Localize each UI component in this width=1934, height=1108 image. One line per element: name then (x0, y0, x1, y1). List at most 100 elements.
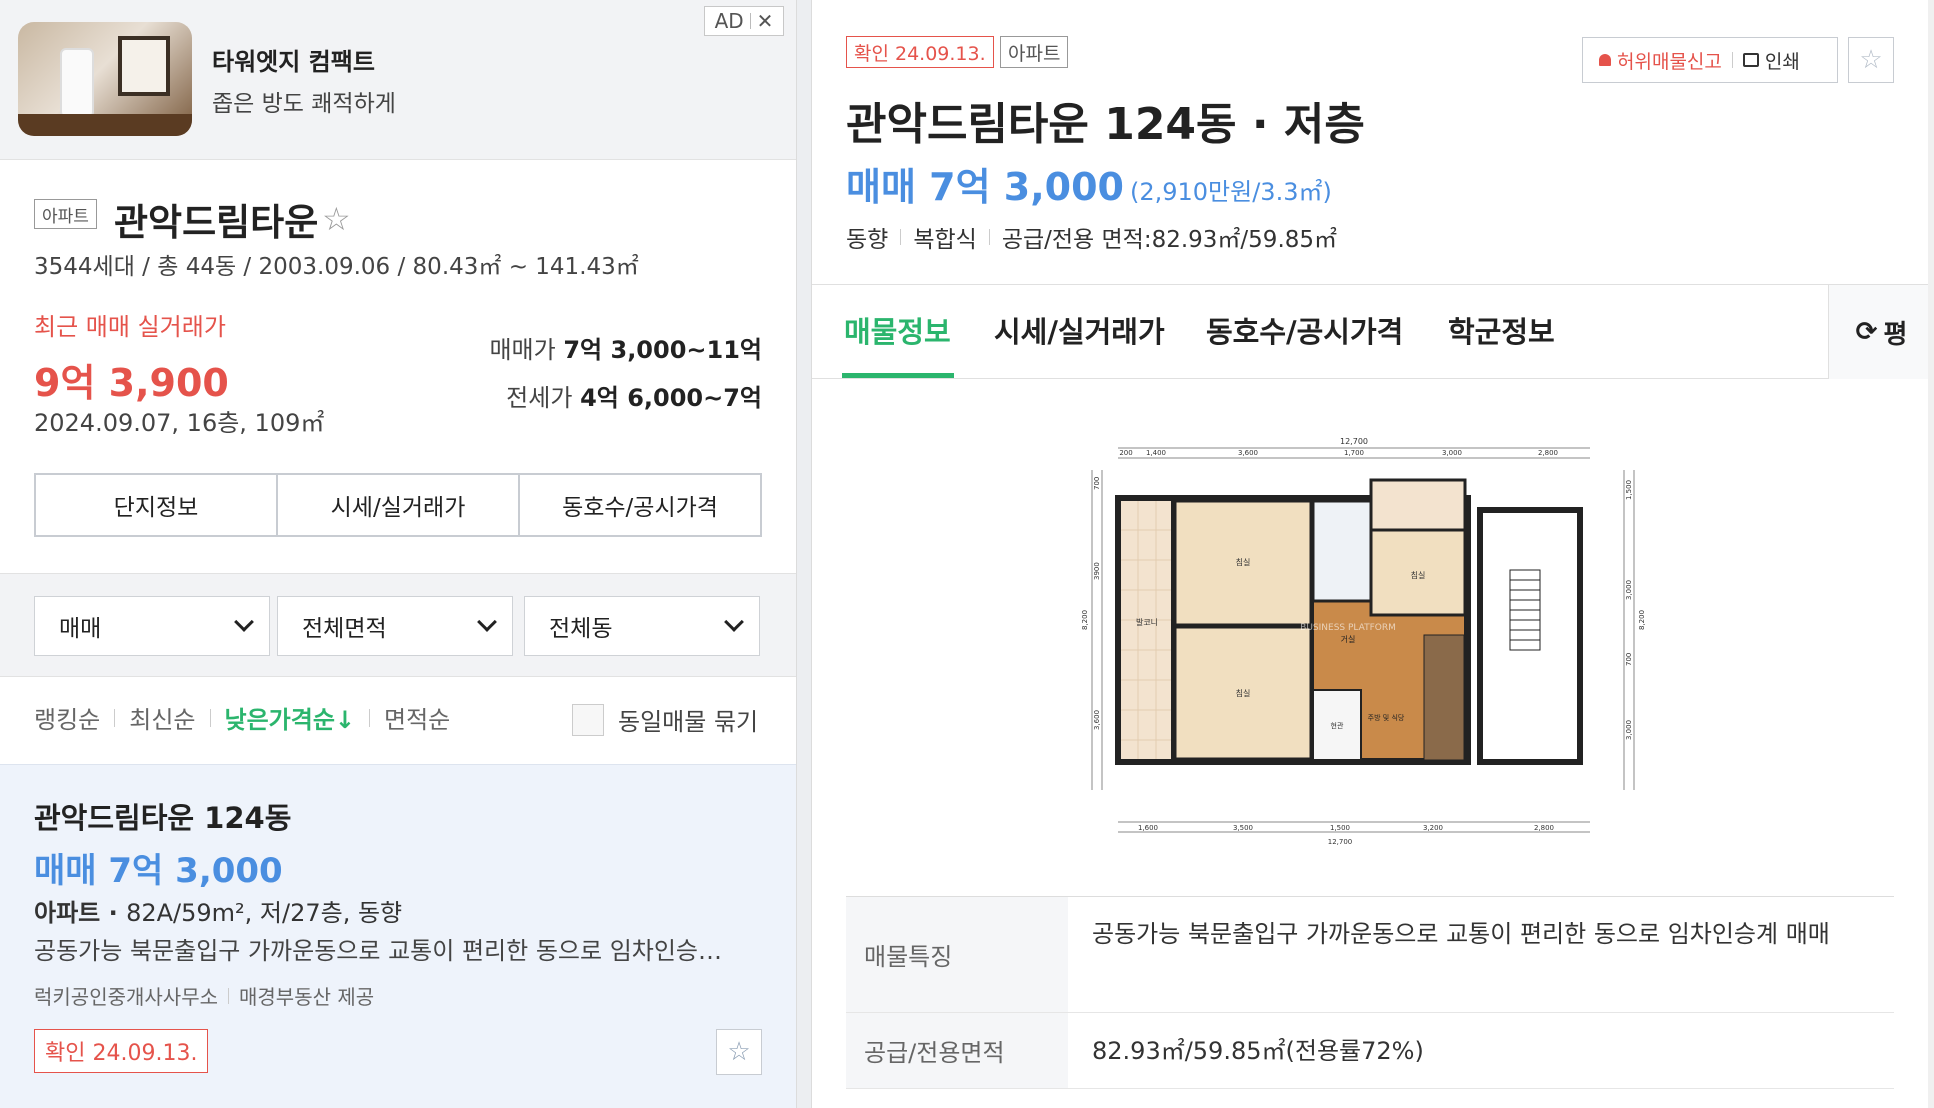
floor-plan[interactable]: 12,700 200 1,400 3,600 1,700 3,000 2,800… (1078, 430, 1648, 850)
listing-description: 공동가능 북문출입구 가까운동으로 교통이 편리한 동으로 임차인승… (34, 937, 723, 965)
table-row: 매물특징 공동가능 북문출입구 가까운동으로 교통이 편리한 동으로 임차인승계… (846, 897, 1894, 1013)
listing-title: 관악드림타운 124동 (34, 801, 292, 835)
refresh-icon: ⟳ (1855, 317, 1878, 347)
plan-dim: 1,500 (1330, 824, 1350, 832)
group-checkbox[interactable] (572, 703, 604, 736)
plan-bathroom (1311, 499, 1373, 603)
trade-type-value: 매매 (59, 616, 102, 642)
report-button[interactable]: 허위매물신고 (1583, 47, 1732, 74)
favorite-star-icon[interactable]: ☆ (716, 1029, 762, 1075)
plan-dim: 3,600 (1093, 710, 1101, 730)
listing-spec-type: 아파트 · (34, 899, 127, 927)
plan-dim: 3,500 (1233, 824, 1253, 832)
active-tab-indicator (842, 373, 954, 378)
plan-balcony-2 (1369, 478, 1467, 532)
dong-select[interactable]: 전체동 (524, 596, 760, 656)
recent-trade-label: 최근 매매 실거래가 (34, 313, 226, 341)
sort-area[interactable]: 면적순 (370, 700, 464, 735)
tab-price-history[interactable]: 시세/실거래가 (994, 309, 1165, 351)
ad-divider (749, 13, 751, 29)
table-row: 공급/전용면적 82.93㎡/59.85㎡(전용률72%) (846, 1013, 1894, 1089)
dong-value: 전체동 (549, 616, 613, 642)
ad-badge[interactable]: AD ✕ (704, 6, 784, 36)
print-label: 인쇄 (1764, 50, 1800, 73)
direction: 동향 (846, 227, 889, 253)
area-summary: 공급/전용 면적:82.93㎡/59.85㎡ (1001, 227, 1338, 253)
listing-spec: 아파트 · 82A/59m², 저/27층, 동향 (34, 893, 402, 928)
sort-low-price[interactable]: 낮은가격순↓ (211, 700, 370, 735)
plan-right-total: 8,200 (1638, 610, 1646, 630)
plan-balcony (1121, 501, 1173, 759)
structure: 복합식 (913, 227, 977, 253)
tab-listing-info[interactable]: 매물정보 (844, 309, 951, 351)
chevron-down-icon (234, 612, 254, 632)
ad-subtitle[interactable]: 좁은 방도 쾌적하게 (212, 84, 396, 118)
trade-type-select[interactable]: 매매 (34, 596, 270, 656)
recent-trade-price: 9억 3,900 (34, 361, 229, 405)
plan-room-label: 침실 (1236, 688, 1251, 698)
area-value: 82.93㎡/59.85㎡(전용률72%) (1092, 1036, 1424, 1065)
detail-title: 관악드림타운 124동 · 저층 (846, 99, 1365, 150)
chevron-down-icon (724, 612, 744, 632)
listing-panel: 타워엣지 컴팩트 좁은 방도 쾌적하게 AD ✕ 아파트 관악드림타운 ☆ 35… (0, 0, 796, 1108)
detail-price: 매매 7억 3,000 (2,910만원/3.3㎡) (846, 156, 1332, 211)
ad-image[interactable] (18, 22, 192, 136)
detail-price-value: 매매 7억 3,000 (846, 165, 1124, 209)
list-item[interactable]: 관악드림타운 124동 매매 7억 3,000 아파트 · 82A/59m², … (0, 764, 796, 1108)
chevron-down-icon (477, 612, 497, 632)
unit-price: (2,910만원/3.3㎡) (1129, 178, 1332, 206)
tab-complex-info[interactable]: 단지정보 (36, 475, 278, 535)
jeonse-range-value: 4억 6,000~7억 (580, 384, 762, 412)
plan-watermark: BUSINESS PLATFORM (1300, 623, 1396, 633)
features-label: 매물특징 (846, 897, 1068, 1012)
jeonse-price-range: 전세가 4억 6,000~7억 (506, 378, 762, 413)
sort-options: 랭킹순 최신순 낮은가격순↓ 면적순 (34, 700, 464, 735)
detail-meta: 동향 복합식 공급/전용 면적:82.93㎡/59.85㎡ (846, 220, 1337, 254)
meta-divider (988, 229, 990, 245)
plan-dim: 3,000 (1625, 720, 1633, 740)
plan-dim: 3,000 (1625, 580, 1633, 600)
listing-price: 매매 7억 3,000 (34, 851, 283, 891)
ad-image-purifier (60, 48, 94, 118)
detail-actions: 허위매물신고 인쇄 (1582, 37, 1838, 83)
ad-image-table (18, 114, 192, 136)
sort-ranking[interactable]: 랭킹순 (34, 700, 114, 735)
complex-tabs: 단지정보 시세/실거래가 동호수/공시가격 (34, 473, 762, 537)
plan-room-label: 거실 (1341, 634, 1356, 644)
plan-dim: 2,800 (1534, 824, 1554, 832)
confirm-badge: 확인 24.09.13. (34, 1029, 209, 1073)
detail-panel: 확인 24.09.13. 아파트 허위매물신고 인쇄 ☆ 관악드림타운 124동… (812, 0, 1934, 1108)
area-select[interactable]: 전체면적 (277, 596, 513, 656)
meta-divider (900, 229, 902, 245)
agent-name[interactable]: 럭키공인중개사사무소 (34, 981, 218, 1010)
print-button[interactable]: 인쇄 (1733, 47, 1810, 74)
tab-unit-price[interactable]: 동호수/공시가격 (520, 475, 760, 535)
panel-divider[interactable] (796, 0, 812, 1108)
tab-price-history[interactable]: 시세/실거래가 (278, 475, 520, 535)
sort-latest[interactable]: 최신순 (115, 700, 209, 735)
favorite-star-icon[interactable]: ☆ (322, 200, 351, 238)
sale-price-range: 매매가 7억 3,000~11억 (489, 330, 762, 365)
plan-room-label: 침실 (1236, 557, 1251, 567)
plan-dim: 700 (1625, 653, 1633, 666)
complex-meta: 3544세대 / 총 44동 / 2003.09.06 / 80.43㎡ ~ 1… (34, 254, 639, 280)
scrollbar[interactable] (1928, 0, 1934, 1108)
plan-dim: 3900 (1093, 562, 1101, 580)
group-same-listings[interactable]: 동일매물 묶기 (572, 702, 758, 737)
tab-unit-price[interactable]: 동호수/공시가격 (1206, 309, 1403, 351)
recent-trade-detail: 2024.09.07, 16층, 109㎡ (34, 409, 325, 437)
plan-dim: 3,000 (1442, 449, 1462, 457)
unit-toggle-button[interactable]: ⟳ 평 (1828, 285, 1934, 379)
listing-info-table: 매물특징 공동가능 북문출입구 가까운동으로 교통이 편리한 동으로 임차인승계… (846, 896, 1894, 1089)
features-value: 공동가능 북문출입구 가까운동으로 교통이 편리한 동으로 임차인승계 매매 (1092, 920, 1830, 948)
ad-title[interactable]: 타워엣지 컴팩트 (212, 42, 375, 77)
close-icon[interactable]: ✕ (757, 9, 774, 33)
listing-agent: 럭키공인중개사사무소 매경부동산 제공 (34, 981, 374, 1010)
complex-type-tag: 아파트 (34, 199, 97, 229)
tab-school-info[interactable]: 학군정보 (1448, 309, 1555, 351)
plan-dim: 1,700 (1344, 449, 1364, 457)
report-label: 허위매물신고 (1617, 50, 1722, 73)
favorite-star-icon[interactable]: ☆ (1848, 37, 1894, 83)
ad-image-frame (118, 36, 170, 96)
ad-banner[interactable]: 타워엣지 컴팩트 좁은 방도 쾌적하게 AD ✕ (0, 0, 796, 160)
